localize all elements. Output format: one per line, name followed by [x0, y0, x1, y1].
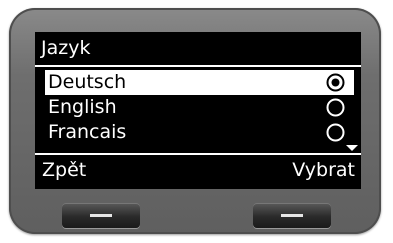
- option-label: Francais: [48, 121, 127, 143]
- right-softkey-button[interactable]: [253, 203, 331, 228]
- title-divider: [35, 65, 361, 67]
- softkey-right-label: Vybrat: [292, 159, 355, 181]
- option-label: English: [48, 96, 117, 118]
- softkey-divider: [35, 153, 361, 155]
- dash-icon: [281, 214, 303, 217]
- dash-icon: [90, 214, 112, 217]
- radio-unselected-icon: [326, 123, 345, 142]
- option-label: Deutsch: [48, 71, 127, 93]
- option-english[interactable]: English: [45, 95, 354, 120]
- scroll-down-arrow-icon: [346, 145, 358, 151]
- radio-selected-icon: [326, 73, 345, 92]
- option-francais[interactable]: Francais: [45, 120, 354, 145]
- left-softkey-button[interactable]: [62, 203, 140, 228]
- softkey-left-label: Zpět: [42, 159, 87, 181]
- radio-unselected-icon: [326, 98, 345, 117]
- option-deutsch[interactable]: Deutsch: [45, 70, 354, 95]
- screen-title: Jazyk: [41, 37, 91, 59]
- display-screen: Jazyk Deutsch English Francais Zpět Vybr…: [35, 32, 361, 189]
